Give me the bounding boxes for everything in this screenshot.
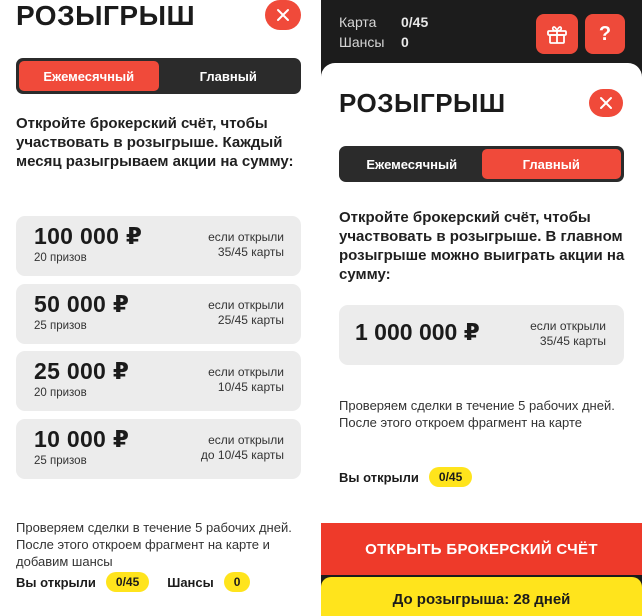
prize-card: 25 000 ₽ 20 призов если открыли 10/45 ка… — [16, 351, 301, 411]
prize-amount: 1 000 000 ₽ — [355, 319, 480, 345]
prize-condition: если открыли 35/45 карты — [530, 319, 606, 349]
gift-button[interactable] — [536, 14, 578, 54]
tab-main[interactable]: Главный — [481, 149, 621, 179]
check-note: Проверяем сделки в течение 5 рабочих дне… — [16, 520, 292, 569]
prize-condition-line: если открыли — [530, 319, 606, 333]
opened-label: Вы открыли — [339, 469, 419, 485]
close-icon — [277, 9, 289, 21]
prize-condition-cards: 25/45 карты — [217, 313, 284, 327]
prize-condition-cards: 35/45 карты — [217, 245, 284, 259]
draw-type-toggle: Ежемесячный Главный — [339, 146, 624, 182]
prize-amount: 50 000 ₽ — [34, 291, 130, 317]
progress-row: Вы открыли 0/45 Шансы 0 — [16, 572, 251, 592]
left-screen: РОЗЫГРЫШ Ежемесячный Главный Откройте бр… — [0, 0, 321, 616]
prize-card: 50 000 ₽ 25 призов если открыли 25/45 ка… — [16, 284, 301, 344]
close-button[interactable] — [265, 0, 301, 30]
draw-type-toggle: Ежемесячный Главный — [16, 58, 301, 94]
prize-amount: 100 000 ₽ — [34, 223, 143, 249]
tab-main[interactable]: Главный — [159, 61, 299, 91]
opened-badge: 0/45 — [105, 572, 150, 592]
prize-count: 25 призов — [34, 320, 87, 332]
header-stats: Карта 0/45 Шансы 0 — [339, 12, 428, 52]
prize-card: 10 000 ₽ 25 призов если открыли до 10/45… — [16, 419, 301, 479]
prize-condition-line: если открыли — [208, 298, 284, 312]
prize-condition: если открыли до 10/45 карты — [201, 433, 284, 463]
opened-badge: 0/45 — [428, 467, 473, 487]
opened-label: Вы открыли — [16, 574, 96, 590]
prize-amount: 25 000 ₽ — [34, 358, 130, 384]
chances-label: Шансы — [339, 34, 385, 50]
tab-monthly[interactable]: Ежемесячный — [19, 61, 159, 91]
chances-badge: 0 — [223, 572, 251, 592]
chances-label: Шансы — [167, 574, 214, 590]
page-title: РОЗЫГРЫШ — [339, 88, 506, 118]
close-button[interactable] — [589, 89, 623, 117]
page-title: РОЗЫГРЫШ — [16, 0, 196, 31]
prize-condition-cards: до 10/45 карты — [200, 448, 284, 462]
close-icon — [600, 97, 612, 109]
draw-sheet — [321, 63, 642, 523]
prize-amount: 10 000 ₽ — [34, 426, 130, 452]
grand-prize-card: 1 000 000 ₽ если открыли 35/45 карты — [339, 305, 624, 365]
card-label: Карта — [339, 14, 377, 30]
prize-condition: если открыли 10/45 карты — [208, 365, 284, 395]
check-note: Проверяем сделки в течение 5 рабочих дне… — [339, 398, 615, 430]
right-screen: Карта 0/45 Шансы 0 ? РОЗЫГРЫШ Ежемесячный … — [321, 0, 642, 616]
prize-condition-cards: 35/45 карты — [539, 334, 606, 348]
prize-condition-line: если открыли — [208, 230, 284, 244]
card-value: 0/45 — [401, 14, 429, 30]
prize-condition: если открыли 25/45 карты — [208, 298, 284, 328]
help-button[interactable]: ? — [585, 14, 625, 54]
gift-icon — [547, 26, 567, 44]
prize-condition: если открыли 35/45 карты — [208, 230, 284, 260]
open-account-button[interactable]: ОТКРЫТЬ БРОКЕРСКИЙ СЧЁТ — [321, 523, 642, 575]
prize-count: 20 призов — [34, 387, 87, 399]
chances-value: 0 — [401, 34, 409, 50]
prize-count: 25 призов — [34, 455, 87, 467]
prize-condition-line: если открыли — [208, 433, 284, 447]
prize-card: 100 000 ₽ 20 призов если открыли 35/45 к… — [16, 216, 301, 276]
draw-description: Откройте брокерский счёт, чтобы участвов… — [16, 115, 294, 170]
prize-condition-cards: 10/45 карты — [217, 380, 284, 394]
tab-monthly[interactable]: Ежемесячный — [342, 149, 482, 179]
draw-description: Откройте брокерский счёт, чтобы участвов… — [339, 209, 625, 283]
prize-condition-line: если открыли — [208, 365, 284, 379]
countdown-banner: До розыгрыша: 28 дней — [321, 577, 642, 616]
progress-row: Вы открыли 0/45 — [339, 467, 473, 487]
prize-count: 20 призов — [34, 252, 87, 264]
